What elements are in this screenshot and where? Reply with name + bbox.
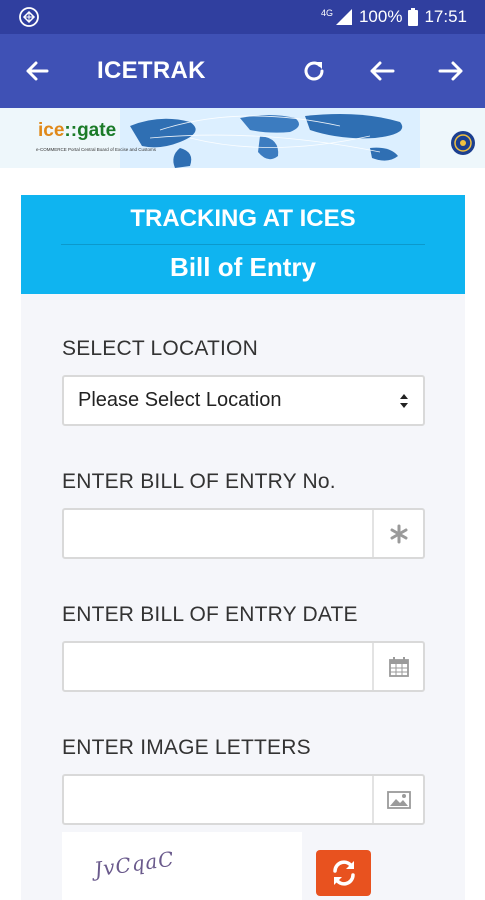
next-arrow-icon[interactable] xyxy=(436,56,466,86)
refresh-icon[interactable] xyxy=(299,56,329,86)
be-number-field-group xyxy=(62,508,425,559)
icegate-logo: ice::gate xyxy=(38,120,117,141)
card-subheading: Bill of Entry xyxy=(170,252,316,282)
app-title: ICETRAK xyxy=(97,57,206,84)
image-icon xyxy=(386,790,411,809)
battery-icon xyxy=(408,8,419,26)
image-letters-input[interactable] xyxy=(64,776,374,823)
clock: 17:51 xyxy=(424,7,467,26)
battery-percent: 100% xyxy=(358,7,403,26)
back-arrow-icon[interactable] xyxy=(22,56,52,86)
be-number-input[interactable] xyxy=(64,510,374,557)
be-number-label: ENTER BILL OF ENTRY No. xyxy=(62,470,336,493)
header-divider xyxy=(61,244,425,245)
calendar-icon xyxy=(388,656,409,677)
status-bar: 4G 100% 17:51 xyxy=(0,0,485,34)
captcha-image: JvCqaC xyxy=(62,832,302,900)
be-date-label: ENTER BILL OF ENTRY DATE xyxy=(62,603,358,626)
required-addon xyxy=(372,510,423,557)
image-addon xyxy=(372,776,423,823)
banner-tagline: e-COMMERCE Portal Central Board of Excis… xyxy=(36,147,157,152)
world-map-graphic xyxy=(120,108,420,168)
location-label: SELECT LOCATION xyxy=(62,337,258,360)
location-select-value: Please Select Location xyxy=(78,389,282,411)
app-notification-icon xyxy=(19,7,39,27)
calendar-addon[interactable] xyxy=(372,643,423,690)
be-date-input[interactable] xyxy=(64,643,374,690)
select-caret-icon xyxy=(400,394,408,408)
location-select[interactable]: Please Select Location xyxy=(62,375,425,426)
app-bar: ICETRAK xyxy=(0,34,485,108)
asterisk-icon xyxy=(390,524,407,543)
network-type: 4G xyxy=(320,8,333,18)
card-heading: TRACKING AT ICES xyxy=(130,205,356,232)
image-letters-field-group xyxy=(62,774,425,825)
prev-arrow-icon[interactable] xyxy=(367,56,397,86)
image-letters-label: ENTER IMAGE LETTERS xyxy=(62,736,311,759)
signal-icon xyxy=(335,9,352,25)
emblem-icon xyxy=(451,131,475,155)
card-header: TRACKING AT ICES Bill of Entry xyxy=(21,195,465,294)
captcha-text: JvCqaC xyxy=(92,846,176,882)
be-date-field-group xyxy=(62,641,425,692)
refresh-captcha-icon xyxy=(332,860,355,886)
captcha-refresh-button[interactable] xyxy=(316,850,371,896)
icegate-banner: ice::gate e-COMMERCE Portal Central Boar… xyxy=(0,108,485,168)
